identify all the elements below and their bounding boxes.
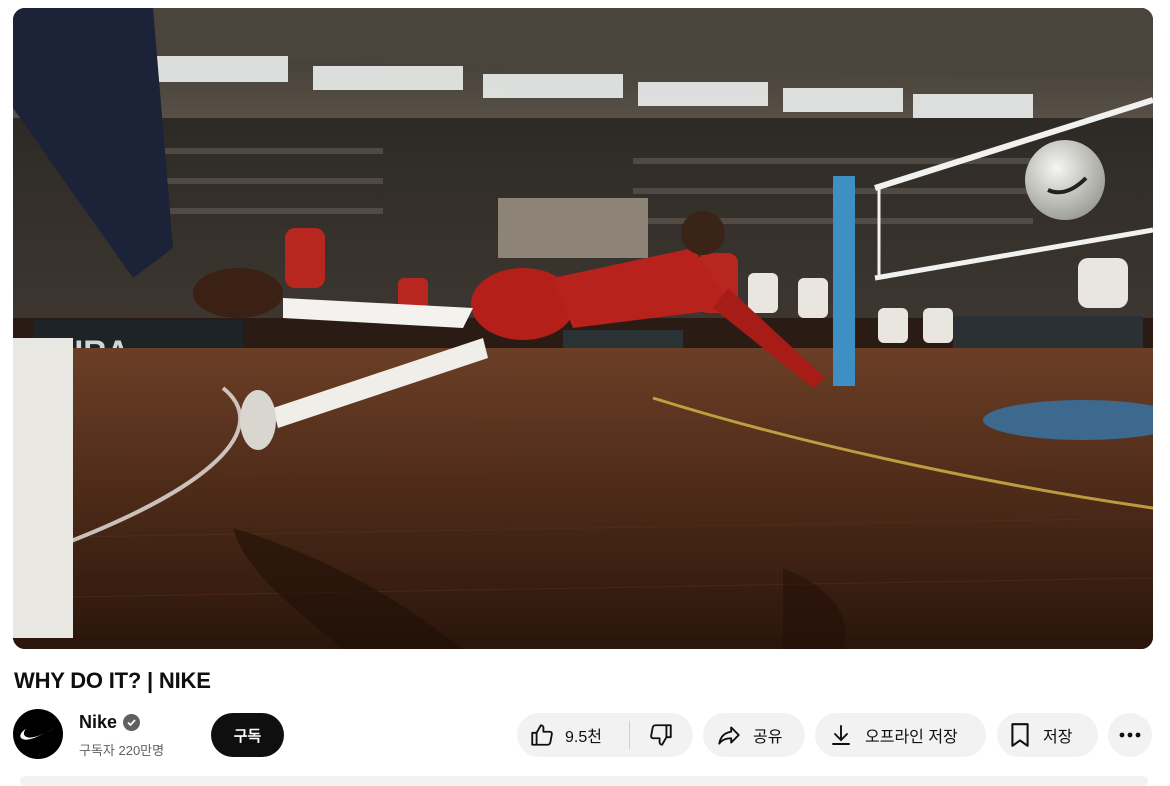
subscribe-button[interactable]: 구독 [211, 713, 284, 757]
more-horizontal-icon [1119, 732, 1141, 738]
verified-badge-icon [123, 714, 141, 731]
subscriber-count: 구독자 220만명 [79, 743, 165, 758]
like-count: 9.5천 [565, 729, 602, 746]
like-dislike-group: 9.5천 [517, 713, 693, 757]
dislike-button[interactable] [630, 713, 692, 757]
thumbs-down-icon [648, 722, 674, 748]
bookmark-icon [1009, 722, 1031, 748]
download-icon [829, 722, 853, 748]
share-arrow-icon [715, 722, 743, 748]
video-player[interactable]: EIRA [13, 8, 1153, 649]
video-frame: EIRA [13, 8, 1153, 649]
save-label: 저장 [1043, 729, 1073, 746]
thumbs-up-icon [529, 722, 555, 748]
like-button[interactable]: 9.5천 [517, 713, 629, 757]
video-title: WHY DO IT? | NIKE [14, 668, 211, 693]
nike-swoosh-icon [20, 728, 55, 740]
channel-name[interactable]: Nike [79, 712, 141, 733]
share-button[interactable]: 공유 [703, 713, 805, 757]
download-button[interactable]: 오프라인 저장 [815, 713, 986, 757]
description-box[interactable] [20, 776, 1148, 786]
channel-actions-row: Nike 구독자 220만명 구독 9.5천 공유 오프라인 저장 저장 [13, 709, 1157, 761]
share-label: 공유 [753, 729, 783, 746]
save-button[interactable]: 저장 [997, 713, 1098, 757]
more-actions-button[interactable] [1108, 713, 1152, 757]
channel-avatar[interactable] [13, 709, 63, 759]
channel-name-text[interactable]: Nike [79, 712, 117, 733]
download-label: 오프라인 저장 [865, 729, 958, 746]
